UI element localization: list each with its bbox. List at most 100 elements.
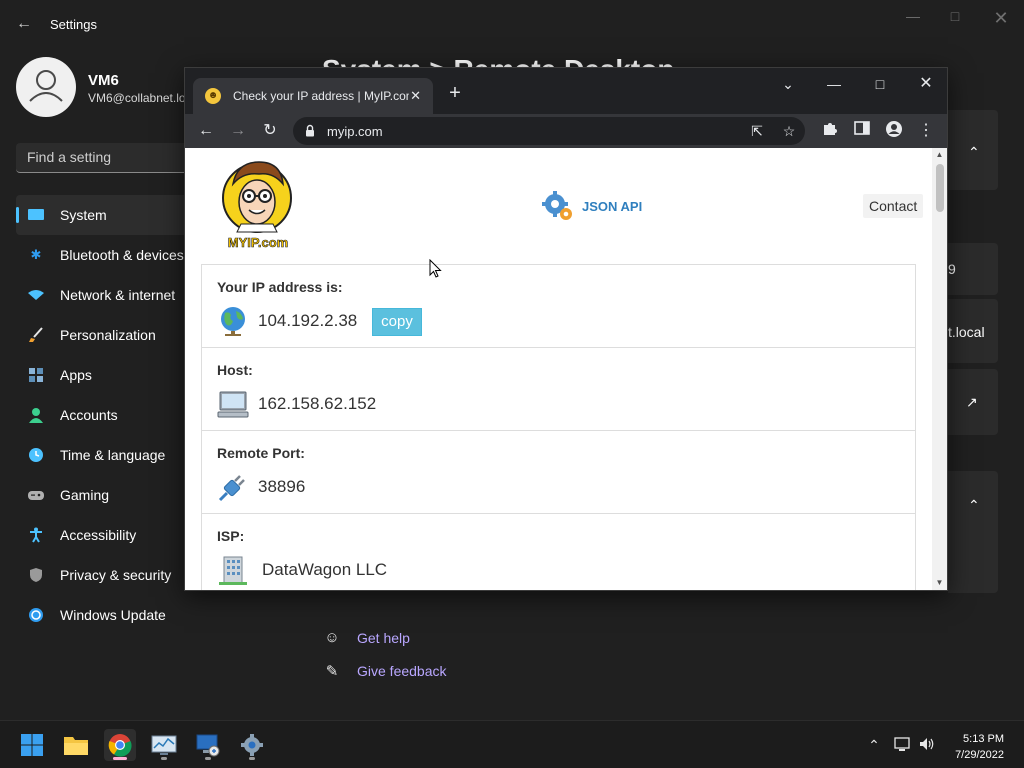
resource-monitor-icon <box>151 735 177 755</box>
show-hidden-icons-chevron-icon[interactable]: ⌃ <box>866 737 882 754</box>
sidebar-item-network[interactable]: Network & internet <box>16 275 196 315</box>
give-feedback-link[interactable]: ✎ Give feedback <box>322 662 447 680</box>
ip-address-value[interactable]: 104.192.2.38 <box>258 311 357 331</box>
myip-logo[interactable]: MYIP.com <box>219 154 297 252</box>
extensions-icon[interactable] <box>819 120 841 142</box>
sidebar-item-personalization[interactable]: Personalization <box>16 315 196 355</box>
sidebar-item-windows-update[interactable]: Windows Update <box>16 595 196 635</box>
ip-address-label: Your IP address is: <box>217 279 343 295</box>
close-icon[interactable]: ✕ <box>911 74 941 94</box>
remote-desktop-icon <box>196 734 220 757</box>
new-tab-icon[interactable]: + <box>444 82 466 104</box>
card-fragment: 9 <box>948 261 956 277</box>
person-icon <box>26 406 46 424</box>
back-arrow-icon[interactable]: ← <box>14 14 34 34</box>
sidebar-item-time-language[interactable]: Time & language <box>16 435 196 475</box>
chevron-up-icon[interactable]: ⌃ <box>968 497 980 514</box>
scroll-thumb[interactable] <box>936 164 944 212</box>
avatar[interactable] <box>16 57 76 117</box>
active-indicator <box>113 757 127 760</box>
address-bar[interactable]: myip.com ⇱ ☆ <box>293 117 805 145</box>
network-icon[interactable] <box>894 736 912 755</box>
host-row: Host: 162.158.62.152 <box>202 348 915 431</box>
monitor-icon <box>26 206 46 224</box>
side-panel-icon[interactable] <box>851 120 873 142</box>
sidebar-item-label: Accessibility <box>60 527 137 543</box>
chevron-up-icon[interactable]: ⌃ <box>968 144 980 161</box>
user-accounts-card[interactable]: ⌃ <box>948 471 998 593</box>
globe-icon <box>221 307 245 336</box>
forward-arrow-icon[interactable]: → <box>227 120 249 142</box>
bookmark-star-icon[interactable]: ☆ <box>779 121 799 141</box>
back-arrow-icon[interactable]: ← <box>195 120 217 142</box>
plug-icon <box>218 475 245 502</box>
menu-kebab-icon[interactable]: ⋮ <box>915 120 937 142</box>
tab-search-chevron-icon[interactable]: ⌄ <box>773 74 803 94</box>
building-icon <box>219 556 247 585</box>
sidebar-item-apps[interactable]: Apps <box>16 355 196 395</box>
sidebar-item-label: Network & internet <box>60 287 176 303</box>
sidebar-item-bluetooth[interactable]: ✱ Bluetooth & devices <box>16 235 196 275</box>
browser-tab[interactable]: ☻ Check your IP address | MyIP.com ✕ <box>193 78 433 114</box>
card-fragment: t.local <box>948 324 985 340</box>
remote-port-row: Remote Port: 38896 <box>202 431 915 514</box>
reload-icon[interactable]: ↻ <box>259 120 281 142</box>
clock-time: 5:13 PM <box>963 733 1004 745</box>
copy-button[interactable]: copy <box>372 308 422 336</box>
open-external-icon[interactable]: ↗ <box>966 394 978 411</box>
running-indicator <box>249 757 255 760</box>
scroll-up-icon[interactable]: ▲ <box>935 150 944 159</box>
settings-gear-icon <box>241 734 263 756</box>
close-icon[interactable]: ✕ <box>985 8 1017 28</box>
remote-desktop-card[interactable]: ⌃ <box>948 110 998 190</box>
scroll-down-icon[interactable]: ▼ <box>935 578 944 587</box>
isp-row: ISP: DataWagon LLC <box>202 514 915 590</box>
clock-date: 7/29/2022 <box>955 749 1004 761</box>
sidebar-item-privacy[interactable]: Privacy & security <box>16 555 196 595</box>
taskbar-chrome[interactable] <box>104 729 136 761</box>
user-avatar-icon <box>29 70 63 102</box>
site-header: MYIP.com JSON API Contact <box>185 148 932 264</box>
volume-icon[interactable] <box>918 736 936 755</box>
link-card[interactable]: ↗ <box>948 369 998 435</box>
start-button[interactable] <box>16 729 48 761</box>
sidebar-item-system[interactable]: System <box>16 195 196 235</box>
url-text[interactable]: myip.com <box>327 124 383 139</box>
share-icon[interactable]: ⇱ <box>747 121 767 141</box>
sidebar-item-label: Accounts <box>60 407 118 423</box>
help-icon: ☺ <box>324 629 340 646</box>
contact-button[interactable]: Contact <box>863 194 924 218</box>
get-help-link[interactable]: ☺ Get help <box>322 629 410 646</box>
sidebar-item-label: Gaming <box>60 487 110 503</box>
user-email: VM6@collabnet.local <box>88 91 184 105</box>
taskbar-file-explorer[interactable] <box>60 729 92 761</box>
give-feedback-label: Give feedback <box>357 663 447 679</box>
clock[interactable]: 5:13 PM 7/29/2022 <box>955 731 1004 763</box>
host-value: 162.158.62.152 <box>258 394 377 413</box>
sidebar-item-accessibility[interactable]: Accessibility <box>16 515 196 555</box>
taskbar-resource-monitor[interactable] <box>148 729 180 761</box>
json-api-link[interactable]: JSON API <box>542 190 642 222</box>
taskbar-remote-desktop[interactable] <box>192 729 224 761</box>
file-explorer-icon <box>64 737 88 755</box>
maximize-icon[interactable]: □ <box>865 74 895 94</box>
minimize-icon[interactable]: — <box>819 74 849 94</box>
maximize-icon[interactable]: □ <box>939 8 971 26</box>
search-input[interactable]: Find a setting <box>16 143 196 173</box>
minimize-icon[interactable]: — <box>897 8 929 26</box>
lock-icon[interactable] <box>305 124 315 137</box>
taskbar-settings[interactable] <box>236 729 268 761</box>
svg-text:MYIP.com: MYIP.com <box>228 235 288 250</box>
tab-close-icon[interactable]: ✕ <box>410 88 421 104</box>
sidebar-item-accounts[interactable]: Accounts <box>16 395 196 435</box>
sidebar-item-label: Time & language <box>60 447 166 463</box>
mouse-cursor-icon <box>429 259 442 278</box>
sidebar-item-label: Windows Update <box>60 607 166 623</box>
sidebar-item-gaming[interactable]: Gaming <box>16 475 196 515</box>
sidebar-item-label: Bluetooth & devices <box>60 247 184 263</box>
update-icon <box>26 606 46 624</box>
page-scrollbar[interactable]: ▲ ▼ <box>932 148 947 590</box>
profile-icon[interactable] <box>883 120 905 142</box>
brush-icon <box>26 326 46 344</box>
running-indicator <box>161 757 167 760</box>
